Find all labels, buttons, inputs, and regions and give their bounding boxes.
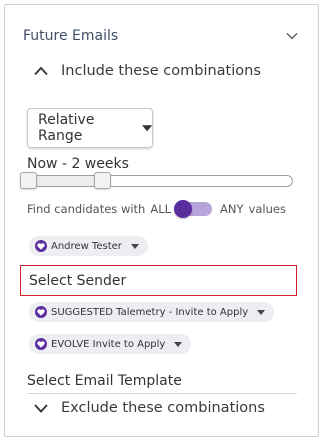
range-slider-end-handle[interactable] (94, 172, 111, 189)
range-slider-selection (29, 175, 103, 187)
collapse-panel-icon[interactable] (285, 28, 299, 42)
caret-down-icon (130, 243, 139, 249)
relative-range-label: Relative Range (38, 112, 95, 144)
exclude-combinations-label: Exclude these combinations (61, 400, 265, 416)
range-value-text: Now - 2 weeks (27, 156, 129, 172)
toggle-knob (174, 200, 193, 218)
relative-range-select[interactable]: Relative Range (27, 108, 153, 148)
chevron-down-icon (286, 33, 298, 40)
heart-icon (35, 240, 47, 252)
exclude-combinations-toggle[interactable]: Exclude these combinations (33, 400, 265, 416)
include-combinations-label: Include these combinations (61, 63, 261, 79)
chevron-up-icon (34, 66, 48, 76)
match-mode-any-label: ANY (220, 202, 244, 216)
match-mode-toggle[interactable] (174, 200, 213, 218)
select-sender-field[interactable]: Select Sender (20, 265, 297, 296)
chevron-down-icon (34, 404, 48, 413)
select-sender-label: Select Sender (29, 272, 127, 289)
panel-title: Future Emails (23, 28, 119, 44)
range-slider-start-handle[interactable] (20, 172, 37, 189)
divider (27, 393, 297, 394)
heart-icon (35, 306, 47, 318)
match-mode-all-label: ALL (150, 202, 172, 216)
sender-chip-evolve[interactable]: EVOLVE Invite to Apply (29, 334, 192, 354)
match-mode-row: Find candidates with ALL ANY values (27, 200, 286, 218)
match-mode-prefix: Find candidates with (27, 202, 146, 216)
chip-label: Andrew Tester (51, 240, 122, 252)
chip-label: SUGGESTED Talemetry - Invite to Apply (51, 306, 249, 318)
caret-down-icon (174, 341, 183, 347)
sender-chip-suggested[interactable]: SUGGESTED Talemetry - Invite to Apply (29, 302, 275, 322)
chip-label: EVOLVE Invite to Apply (51, 338, 166, 350)
candidate-chip-andrew[interactable]: Andrew Tester (29, 236, 148, 256)
heart-icon (35, 338, 47, 350)
select-email-template-label[interactable]: Select Email Template (27, 373, 182, 389)
match-mode-suffix: values (248, 202, 286, 216)
include-combinations-toggle[interactable]: Include these combinations (33, 63, 261, 79)
caret-down-icon (141, 124, 152, 131)
future-emails-panel: Future Emails Include these combinations… (4, 4, 319, 437)
caret-down-icon (257, 309, 266, 315)
